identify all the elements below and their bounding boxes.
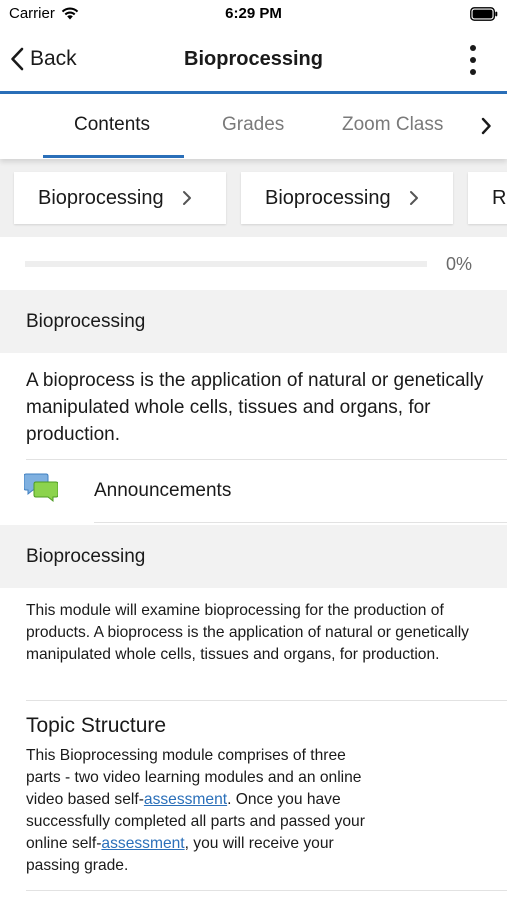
topic-text: online self- xyxy=(26,835,102,852)
tab-contents[interactable]: Contents xyxy=(74,114,150,136)
breadcrumb-label: Bioprocessing xyxy=(265,186,391,209)
status-bar: Carrier 6:29 PM xyxy=(0,0,507,28)
announcements-item[interactable]: Announcements xyxy=(0,460,507,523)
progress-percent: 0% xyxy=(446,254,473,274)
breadcrumb-label: Re xyxy=(492,186,507,209)
page-title: Bioprocessing xyxy=(184,48,323,70)
assessment-link[interactable]: assessment xyxy=(144,791,227,808)
progress-bar xyxy=(25,261,427,267)
tab-grades[interactable]: Grades xyxy=(222,114,284,136)
topic-line: passing grade. xyxy=(26,857,129,874)
breadcrumb-item[interactable]: Re xyxy=(468,172,507,224)
topic-line: online self-assessment, you will receive… xyxy=(26,833,496,855)
topic-line: This Bioprocessing module comprises of t… xyxy=(26,747,346,764)
breadcrumb-label: Bioprocessing xyxy=(38,186,164,209)
divider xyxy=(94,522,507,523)
section-header: Bioprocessing xyxy=(0,290,507,353)
announcements-label: Announcements xyxy=(94,480,232,501)
chevron-right-icon xyxy=(409,191,418,205)
topic-text: . Once you have xyxy=(227,791,341,808)
breadcrumb-item[interactable]: Bioprocessing xyxy=(241,172,453,224)
section-title: Bioprocessing xyxy=(26,310,146,332)
section-description: This module will examine bioprocessing f… xyxy=(26,602,469,663)
topic-structure-title: Topic Structure xyxy=(26,714,167,737)
breadcrumb-item[interactable]: Bioprocessing xyxy=(14,172,226,224)
tab-bar: Contents Grades Zoom Class xyxy=(0,94,507,159)
topic-text: , you will receive your xyxy=(184,835,334,852)
section-title: Bioprocessing xyxy=(26,545,146,567)
chevron-right-icon[interactable] xyxy=(479,116,493,136)
more-vertical-icon[interactable] xyxy=(465,42,481,78)
battery-icon xyxy=(470,7,498,21)
progress-row: 0% xyxy=(0,237,507,290)
assessment-link[interactable]: assessment xyxy=(101,835,184,852)
section-header: Bioprocessing xyxy=(0,525,507,588)
status-time: 6:29 PM xyxy=(225,5,282,22)
topic-line: parts - two video learning modules and a… xyxy=(26,769,362,786)
divider xyxy=(26,700,507,701)
topic-line: successfully completed all parts and pas… xyxy=(26,813,365,830)
tab-zoom-class[interactable]: Zoom Class xyxy=(342,114,443,136)
navigation-bar: Back Bioprocessing xyxy=(0,28,507,91)
chevron-right-icon xyxy=(182,191,191,205)
chat-bubbles-icon xyxy=(24,473,58,503)
divider xyxy=(26,890,507,891)
section-description: A bioprocess is the application of natur… xyxy=(26,370,484,445)
topic-structure-text: This Bioprocessing module comprises of t… xyxy=(26,745,496,877)
topic-text: video based self- xyxy=(26,791,144,808)
active-tab-indicator xyxy=(43,155,184,158)
breadcrumb: Bioprocessing Bioprocessing Re xyxy=(0,159,507,237)
topic-line: video based self-assessment. Once you ha… xyxy=(26,789,496,811)
